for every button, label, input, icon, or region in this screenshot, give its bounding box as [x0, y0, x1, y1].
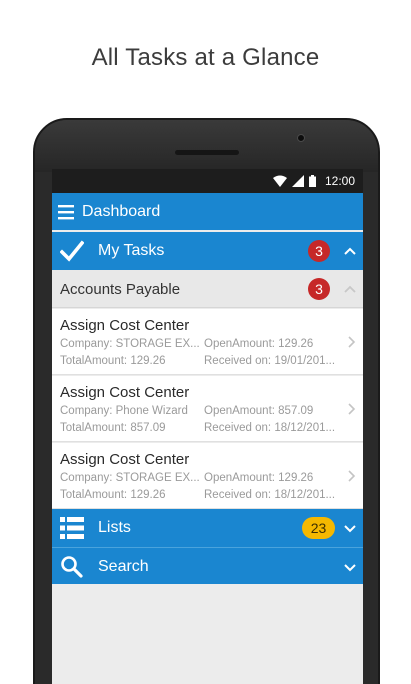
- task-title: Assign Cost Center: [60, 384, 190, 401]
- chevron-right-icon: [348, 470, 356, 482]
- signal-icon: [291, 175, 304, 187]
- task-total-amount: TotalAmount: 129.26: [60, 489, 166, 501]
- lists-count-badge: 23: [302, 517, 335, 539]
- task-title: Assign Cost Center: [60, 317, 190, 334]
- accounts-payable-header[interactable]: Accounts Payable 3: [52, 270, 363, 308]
- task-company: Company: Phone Wizard: [60, 405, 188, 417]
- task-company: Company: STORAGE EX...: [60, 472, 200, 484]
- lists-label: Lists: [98, 519, 131, 536]
- task-open-amount: OpenAmount: 129.26: [204, 472, 314, 484]
- task-open-amount: OpenAmount: 857.09: [204, 405, 314, 417]
- page: All Tasks at a Glance 12:00 Dashboard My…: [0, 0, 411, 684]
- app-bar: Dashboard: [52, 193, 363, 230]
- chevron-up-icon[interactable]: [343, 244, 357, 258]
- section-lists[interactable]: Lists 23: [52, 509, 363, 547]
- task-total-amount: TotalAmount: 857.09: [60, 422, 166, 434]
- chevron-right-icon: [348, 336, 356, 348]
- list-icon: [60, 517, 84, 539]
- chevron-up-icon[interactable]: [343, 282, 357, 296]
- status-icons: 12:00: [272, 174, 355, 188]
- task-row[interactable]: Assign Cost Center Company: STORAGE EX..…: [52, 443, 363, 509]
- chevron-down-icon[interactable]: [343, 560, 357, 574]
- search-icon: [61, 556, 83, 578]
- task-open-amount: OpenAmount: 129.26: [204, 338, 314, 350]
- my-tasks-count-badge: 3: [308, 240, 330, 262]
- battery-icon: [308, 175, 316, 187]
- task-title: Assign Cost Center: [60, 451, 190, 468]
- task-received-on: Received on: 18/12/201...: [204, 422, 336, 434]
- task-company: Company: STORAGE EX...: [60, 338, 200, 350]
- phone-top-bezel: [35, 120, 378, 172]
- my-tasks-label: My Tasks: [98, 242, 165, 259]
- earpiece: [175, 150, 239, 155]
- section-search[interactable]: Search: [52, 547, 363, 585]
- task-received-on: Received on: 19/01/201...: [204, 355, 336, 367]
- checkmark-icon: [60, 240, 84, 262]
- wifi-icon: [272, 175, 287, 187]
- menu-icon[interactable]: [58, 204, 76, 220]
- phone-screen: 12:00 Dashboard My Tasks 3 Accounts Paya…: [52, 169, 363, 684]
- task-row[interactable]: Assign Cost Center Company: Phone Wizard…: [52, 376, 363, 442]
- status-time: 12:00: [324, 174, 355, 188]
- search-label: Search: [98, 558, 149, 575]
- task-received-on: Received on: 18/12/201...: [204, 489, 336, 501]
- camera-icon: [297, 134, 305, 142]
- task-total-amount: TotalAmount: 129.26: [60, 355, 166, 367]
- app-title: Dashboard: [82, 202, 161, 220]
- headline: All Tasks at a Glance: [91, 44, 320, 71]
- section-my-tasks[interactable]: My Tasks 3: [52, 232, 363, 270]
- task-row[interactable]: Assign Cost Center Company: STORAGE EX..…: [52, 309, 363, 375]
- accounts-payable-label: Accounts Payable: [60, 281, 181, 298]
- accounts-payable-count-badge: 3: [308, 278, 330, 300]
- empty-content-area: [52, 584, 363, 684]
- chevron-down-icon[interactable]: [343, 521, 357, 535]
- chevron-right-icon: [348, 403, 356, 415]
- status-bar: 12:00: [52, 169, 363, 193]
